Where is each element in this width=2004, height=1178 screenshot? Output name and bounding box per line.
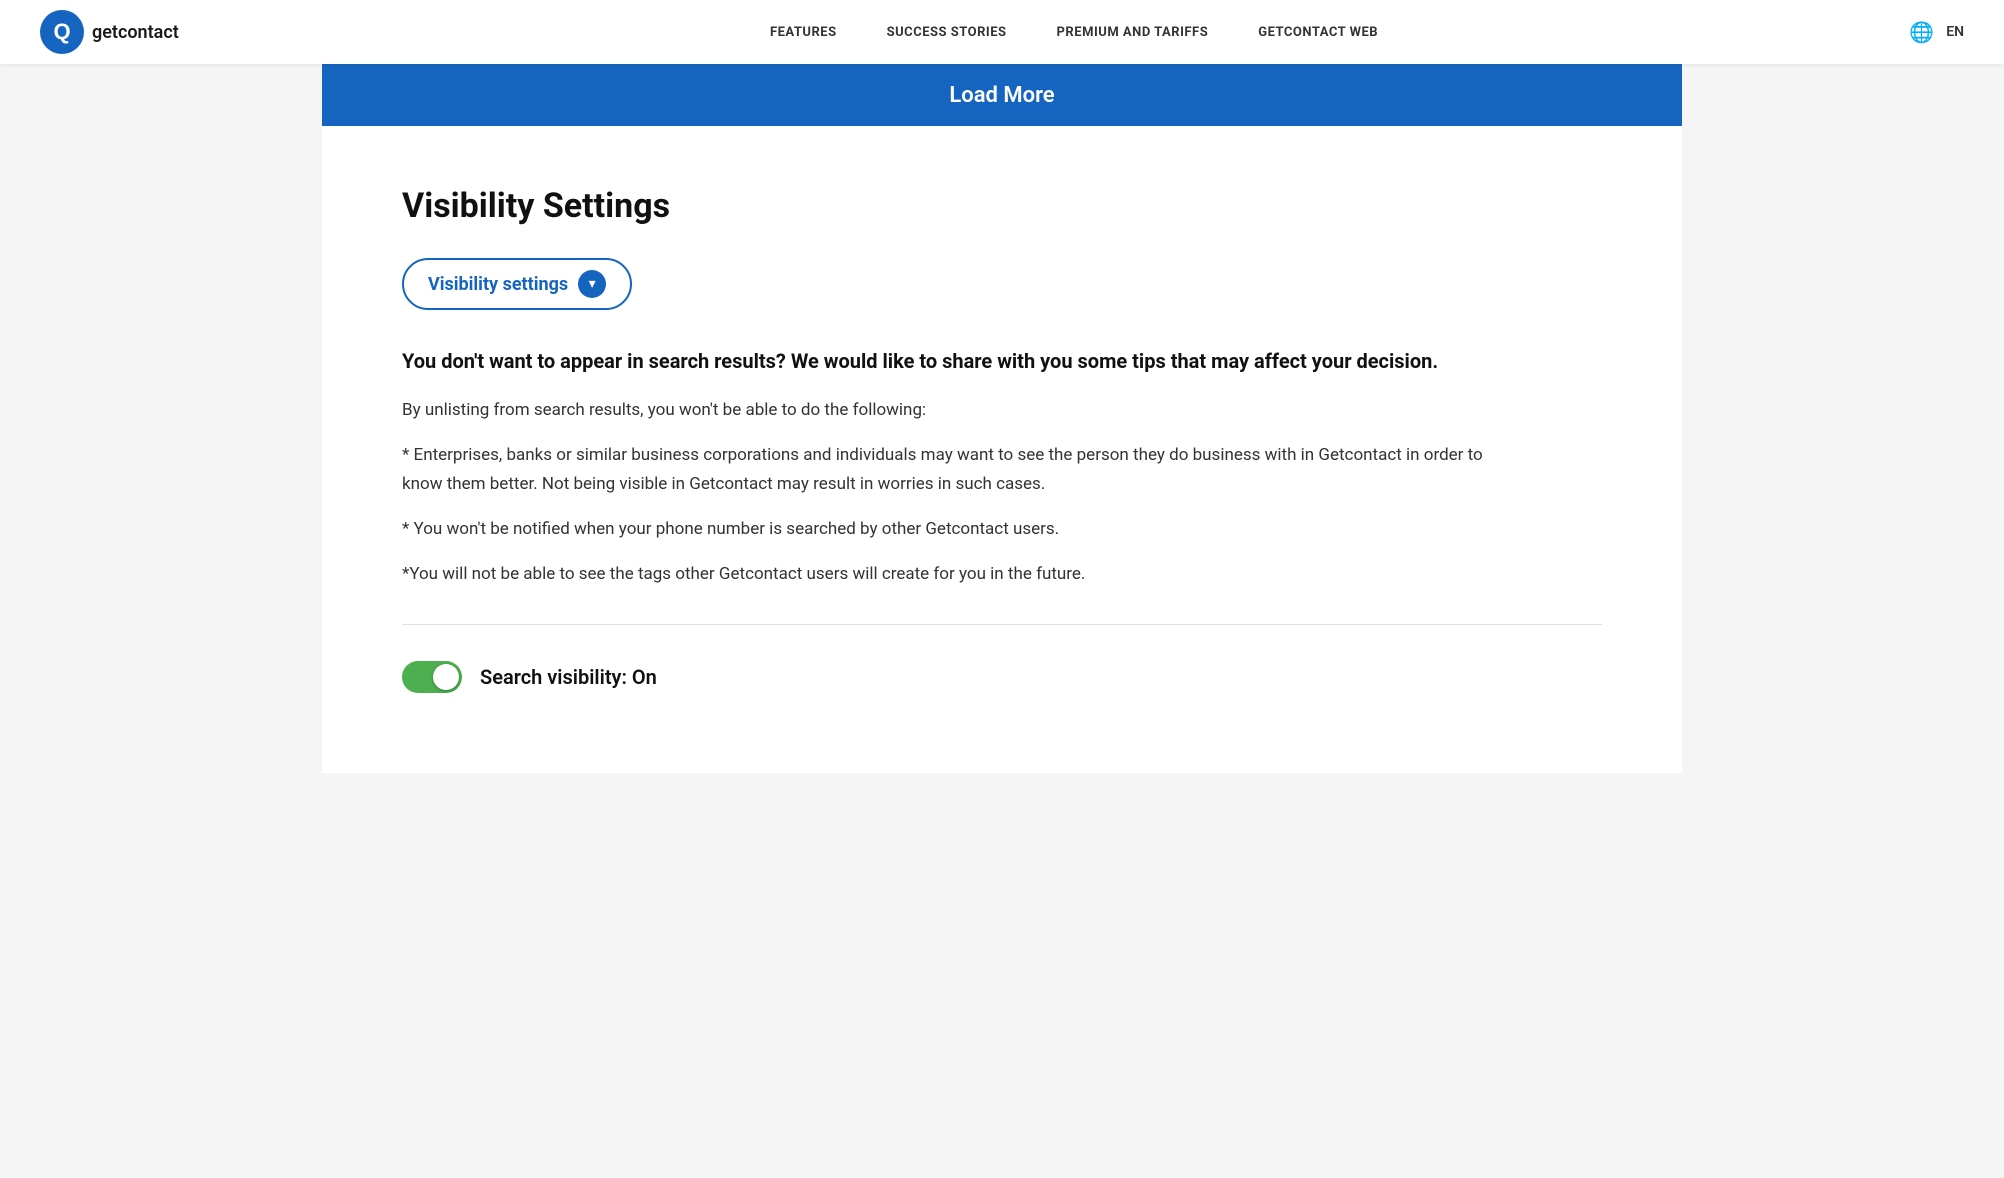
logo-icon: Q <box>40 10 84 54</box>
toggle-label: Search visibility: On <box>480 665 657 689</box>
visibility-dropdown-label: Visibility settings <box>428 274 568 295</box>
search-visibility-toggle[interactable] <box>402 661 462 693</box>
language-selector[interactable]: EN <box>1946 24 1964 40</box>
desc-intro: By unlisting from search results, you wo… <box>402 396 1502 425</box>
main-content: Visibility Settings Visibility settings … <box>322 126 1682 773</box>
nav-link-premium-tariffs[interactable]: PREMIUM AND TARIFFS <box>1057 25 1209 40</box>
chevron-symbol: ▾ <box>589 276 596 292</box>
visibility-settings-dropdown[interactable]: Visibility settings ▾ <box>402 258 632 310</box>
nav-link-getcontact-web[interactable]: GETCONTACT WEB <box>1258 25 1378 40</box>
globe-icon[interactable]: 🌐 <box>1909 20 1934 44</box>
svg-text:Q: Q <box>53 19 70 44</box>
divider <box>402 624 1602 625</box>
bullet-1: * Enterprises, banks or similar business… <box>402 441 1502 499</box>
chevron-down-icon: ▾ <box>578 270 606 298</box>
navbar: Q getcontact FEATURES SUCCESS STORIES PR… <box>0 0 2004 64</box>
bullet-3: *You will not be able to see the tags ot… <box>402 560 1502 589</box>
nav-link-features[interactable]: FEATURES <box>770 25 837 40</box>
navbar-links: FEATURES SUCCESS STORIES PREMIUM AND TAR… <box>239 25 1910 40</box>
toggle-row: Search visibility: On <box>402 661 1602 693</box>
bullet-2: * You won't be notified when your phone … <box>402 515 1502 544</box>
desc-heading: You don't want to appear in search resul… <box>402 346 1502 376</box>
navbar-right: 🌐 EN <box>1909 20 1964 44</box>
toggle-knob <box>433 664 459 690</box>
load-more-label: Load More <box>949 83 1054 108</box>
nav-link-success-stories[interactable]: SUCCESS STORIES <box>887 25 1007 40</box>
logo-text: getcontact <box>92 22 179 43</box>
load-more-banner[interactable]: Load More <box>322 64 1682 126</box>
page-wrapper: Q getcontact FEATURES SUCCESS STORIES PR… <box>0 0 2004 1178</box>
logo[interactable]: Q getcontact <box>40 10 179 54</box>
section-title: Visibility Settings <box>402 186 1602 226</box>
